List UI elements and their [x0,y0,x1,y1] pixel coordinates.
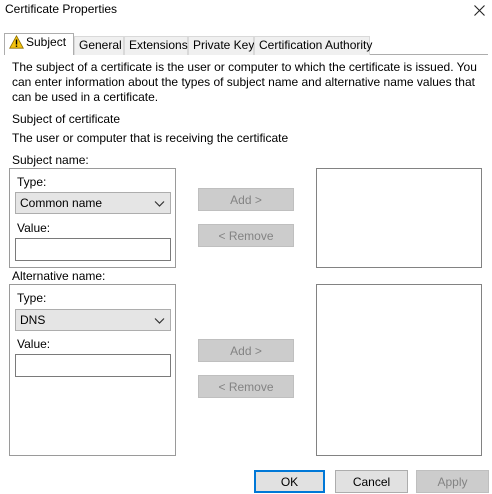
description-text: The subject of a certificate is the user… [12,60,477,104]
alternative-value-input[interactable] [15,354,171,377]
subject-of-certificate-heading: Subject of certificate [12,112,121,126]
cancel-button[interactable]: Cancel [335,470,408,493]
tab-private-key[interactable]: Private Key [188,36,254,55]
alternative-name-label: Alternative name: [12,269,106,283]
apply-label: Apply [437,474,468,489]
subject-value-input[interactable] [15,238,171,261]
tab-extensions[interactable]: Extensions [124,36,188,55]
tab-certification-authority-label: Certification Authority [259,38,373,52]
subject-name-list[interactable] [316,168,482,268]
tab-subject[interactable]: Subject [4,33,74,55]
subject-type-label: Type: [17,175,47,189]
window-title: Certificate Properties [5,2,118,16]
subject-type-dropdown[interactable]: Common name [15,192,171,214]
alternative-remove-label: < Remove [218,379,274,394]
tab-certification-authority[interactable]: Certification Authority [254,36,373,55]
tab-subject-label: Subject [26,35,67,49]
cancel-label: Cancel [352,474,391,489]
ok-button[interactable]: OK [254,470,325,493]
ok-label: OK [280,474,299,489]
subject-of-certificate-text: The user or computer that is receiving t… [12,131,289,145]
subject-add-label: Add > [230,192,262,207]
alternative-remove-button[interactable]: < Remove [198,375,294,398]
alternative-type-dropdown[interactable]: DNS [15,309,171,331]
chevron-down-icon [154,201,165,207]
alternative-add-label: Add > [230,343,262,358]
close-button[interactable] [466,0,492,20]
tab-general-label: General [79,38,122,52]
alternative-type-label: Type: [17,291,47,305]
tab-extensions-label: Extensions [129,38,188,52]
alternative-name-group: Type: DNS Value: [9,284,176,456]
alternative-add-button[interactable]: Add > [198,339,294,362]
alternative-value-label: Value: [17,337,51,351]
tab-general[interactable]: General [74,36,124,55]
subject-type-value: Common name [20,196,103,210]
close-icon [473,4,485,16]
alternative-type-value: DNS [20,313,46,327]
warning-icon [9,35,24,49]
chevron-down-icon [154,318,165,324]
subject-remove-label: < Remove [218,228,274,243]
subject-name-label: Subject name: [12,153,89,167]
alternative-name-list[interactable] [316,284,482,456]
tab-private-key-label: Private Key [193,38,255,52]
apply-button[interactable]: Apply [416,470,489,493]
subject-value-label: Value: [17,221,51,235]
subject-add-button[interactable]: Add > [198,188,294,211]
subject-remove-button[interactable]: < Remove [198,224,294,247]
subject-name-group: Type: Common name Value: [9,168,176,268]
